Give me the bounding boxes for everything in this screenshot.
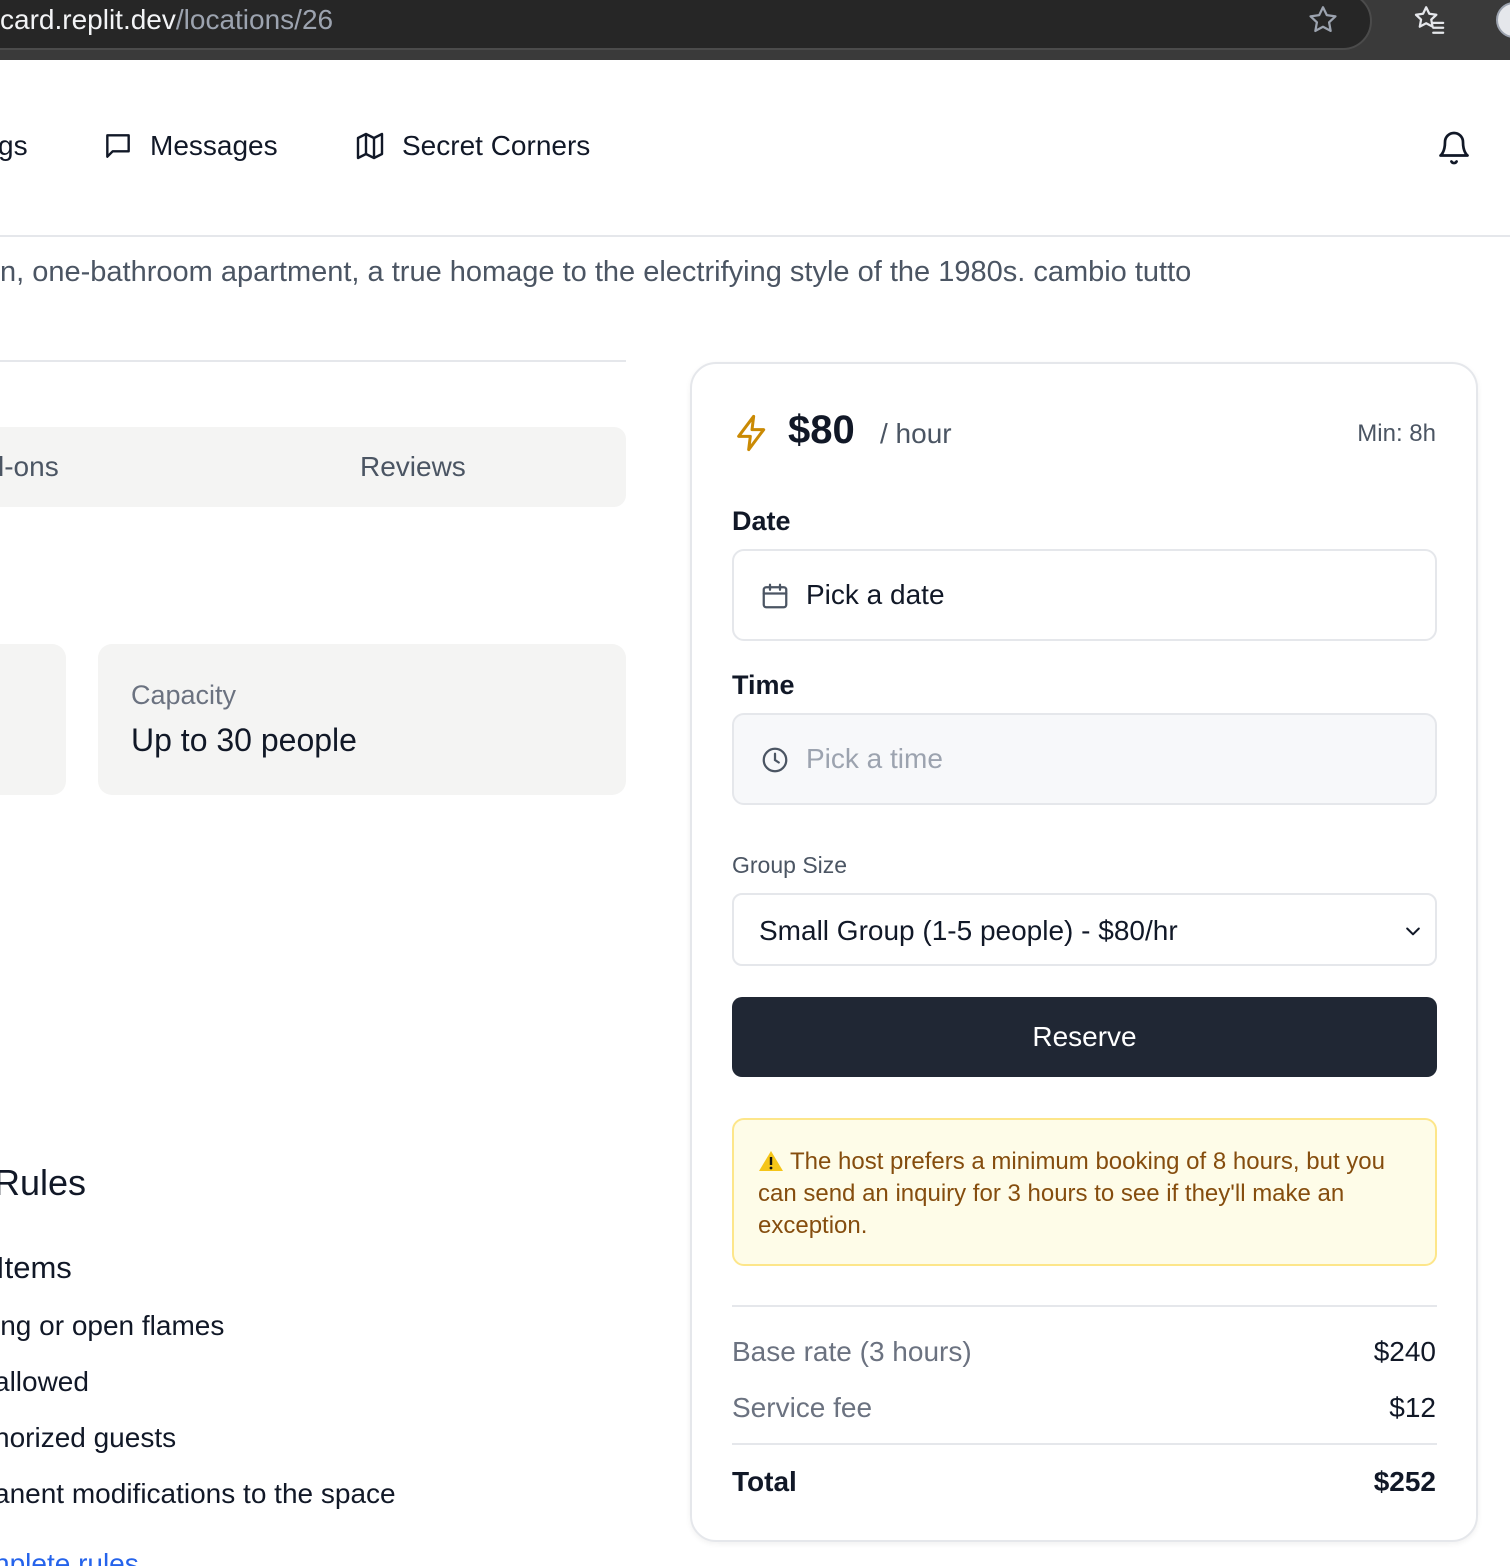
capacity-value: Up to 30 people: [131, 722, 357, 758]
time-picker[interactable]: Pick a time: [732, 713, 1437, 805]
capacity-label: Capacity: [131, 680, 237, 710]
service-fee-value: $12: [1389, 1392, 1436, 1423]
minimum-booking-warning: The host prefers a minimum booking of 8 …: [732, 1118, 1437, 1266]
warning-text: The host prefers a minimum booking of 8 …: [758, 1148, 1385, 1239]
nav-item-secret-corners[interactable]: Secret Corners: [354, 130, 590, 162]
chevron-down-icon: [1406, 927, 1420, 936]
capacity-card: Capacity Up to 30 people: [98, 644, 626, 795]
nav-item-messages[interactable]: Messages: [102, 130, 278, 162]
stat-card-partial: [0, 644, 66, 795]
nav-item-label: Secret Corners: [402, 130, 591, 161]
complete-rules-link[interactable]: nplete rules: [0, 1548, 139, 1566]
rule-item: horized guests: [0, 1422, 177, 1453]
page: card.replit.dev/locations/26 gs Messages…: [0, 0, 1510, 1566]
booking-card: $80 / hour Min: 8h Date Pick a date Time…: [690, 362, 1478, 1542]
tab-add-ons[interactable]: l-ons: [0, 427, 59, 507]
time-label: Time: [732, 670, 795, 700]
browser-toolbar: card.replit.dev/locations/26: [0, 0, 1510, 60]
total-value: $252: [1373, 1466, 1436, 1497]
reading-list-icon[interactable]: [1412, 3, 1446, 37]
nav-item-bookings[interactable]: gs: [0, 130, 28, 162]
breakdown-divider: [732, 1305, 1437, 1307]
tab-reviews[interactable]: Reviews: [360, 427, 466, 507]
rules-heading: Rules: [0, 1162, 87, 1203]
url-text[interactable]: card.replit.dev/locations/26: [0, 3, 333, 37]
rules-subheading: Items: [0, 1250, 72, 1285]
message-square-icon: [106, 134, 130, 158]
group-size-select[interactable]: Small Group (1-5 people) - $80/hr: [732, 893, 1437, 966]
url-path: /locations/26: [175, 4, 334, 35]
rule-item: allowed: [0, 1366, 89, 1397]
listing-description: n, one-bathroom apartment, a true homage…: [0, 256, 1192, 288]
price-unit: / hour: [880, 418, 952, 449]
tab-bar: l-ons Reviews: [0, 427, 626, 507]
warning-text-container: The host prefers a minimum booking of 8 …: [758, 1146, 1418, 1242]
bookmark-star-icon[interactable]: [1306, 3, 1340, 37]
service-fee-label: Service fee: [732, 1392, 873, 1423]
total-label: Total: [732, 1466, 797, 1497]
top-nav: gs Messages Secret Corners: [0, 60, 1510, 237]
calendar-icon: [762, 583, 788, 609]
profile-avatar-icon[interactable]: [1496, 2, 1510, 38]
bell-icon[interactable]: [1436, 130, 1472, 166]
date-picker[interactable]: Pick a date: [732, 549, 1437, 641]
total-divider: [732, 1443, 1437, 1445]
reserve-button[interactable]: Reserve: [732, 997, 1437, 1077]
url-host: card.replit.dev: [0, 4, 176, 35]
date-value: Pick a date: [806, 579, 945, 610]
section-divider: [0, 360, 626, 362]
base-rate-value: $240: [1373, 1336, 1436, 1367]
base-rate-label: Base rate (3 hours): [732, 1336, 972, 1367]
map-icon: [356, 132, 384, 160]
date-label: Date: [732, 506, 791, 536]
warning-icon: [759, 1151, 783, 1171]
nav-item-label: Messages: [150, 130, 278, 161]
lightning-icon: [737, 414, 766, 452]
price: $80: [788, 408, 855, 452]
rule-item: anent modifications to the space: [0, 1478, 396, 1509]
minimum-hours: Min: 8h: [1357, 420, 1436, 447]
group-size-label: Group Size: [732, 852, 848, 878]
time-value: Pick a time: [806, 743, 943, 774]
nav-item-label: gs: [0, 130, 28, 161]
rule-item: ing or open flames: [0, 1310, 225, 1341]
group-size-value: Small Group (1-5 people) - $80/hr: [759, 915, 1178, 946]
clock-icon: [762, 747, 788, 773]
